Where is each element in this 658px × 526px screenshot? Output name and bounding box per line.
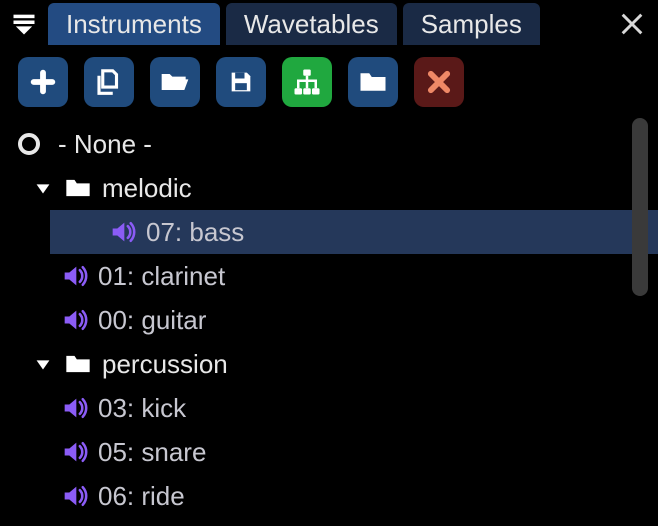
tree-root-none[interactable]: - None - (0, 122, 658, 166)
tree-item-label: 01: clarinet (98, 261, 225, 292)
folder-icon (64, 174, 92, 202)
tree-item-label: 00: guitar (98, 305, 206, 336)
duplicate-button[interactable] (84, 57, 134, 107)
tree-item-snare[interactable]: 05: snare (0, 430, 658, 474)
tree-item-label: 07: bass (146, 217, 244, 248)
save-button[interactable] (216, 57, 266, 107)
tree-item-label: 06: ride (98, 481, 185, 512)
tree-folder-label: melodic (102, 173, 192, 204)
new-button[interactable] (18, 57, 68, 107)
sound-icon (60, 306, 88, 334)
folder-icon (64, 350, 92, 378)
tree-root-label: - None - (58, 129, 152, 160)
close-panel-button[interactable] (612, 4, 652, 44)
tree-item-label: 03: kick (98, 393, 186, 424)
tree-folder-label: percussion (102, 349, 228, 380)
sound-icon (108, 218, 136, 246)
tree-panel: - None - melodic 07: bass 01: clarinet (0, 116, 658, 526)
toolbar (0, 48, 658, 116)
menu-icon (10, 10, 38, 38)
delete-x-icon (425, 68, 453, 96)
tab-samples[interactable]: Samples (403, 3, 540, 45)
app-menu-button[interactable] (6, 6, 42, 42)
tree-item-clarinet[interactable]: 01: clarinet (0, 254, 658, 298)
chevron-down-icon (32, 353, 54, 375)
tab-label: Wavetables (244, 9, 379, 40)
tab-bar: Instruments Wavetables Samples (0, 0, 658, 48)
sound-icon (60, 482, 88, 510)
save-icon (227, 68, 255, 96)
delete-button[interactable] (414, 57, 464, 107)
tree-item-ride[interactable]: 06: ride (0, 474, 658, 518)
sound-icon (60, 394, 88, 422)
tree-item-bass[interactable]: 07: bass (50, 210, 658, 254)
tree-item-label: 05: snare (98, 437, 206, 468)
instrument-tree: - None - melodic 07: bass 01: clarinet (0, 116, 658, 518)
scrollbar-thumb[interactable] (632, 118, 648, 296)
folder-icon (358, 67, 388, 97)
tree-folder-melodic[interactable]: melodic (0, 166, 658, 210)
folder-button[interactable] (348, 57, 398, 107)
tab-instruments[interactable]: Instruments (48, 3, 220, 45)
tab-label: Samples (421, 9, 522, 40)
folder-open-icon (159, 66, 191, 98)
plus-icon (29, 68, 57, 96)
tree-item-guitar[interactable]: 00: guitar (0, 298, 658, 342)
open-button[interactable] (150, 57, 200, 107)
sound-icon (60, 262, 88, 290)
tree-item-kick[interactable]: 03: kick (0, 386, 658, 430)
chevron-down-icon (32, 177, 54, 199)
tab-label: Instruments (66, 9, 202, 40)
copy-icon (94, 67, 124, 97)
close-icon (618, 10, 646, 38)
sound-icon (60, 438, 88, 466)
tree-folder-percussion[interactable]: percussion (0, 342, 658, 386)
tree-view-button[interactable] (282, 57, 332, 107)
radio-unselected-icon (18, 133, 40, 155)
sitemap-icon (292, 67, 322, 97)
tab-wavetables[interactable]: Wavetables (226, 3, 397, 45)
